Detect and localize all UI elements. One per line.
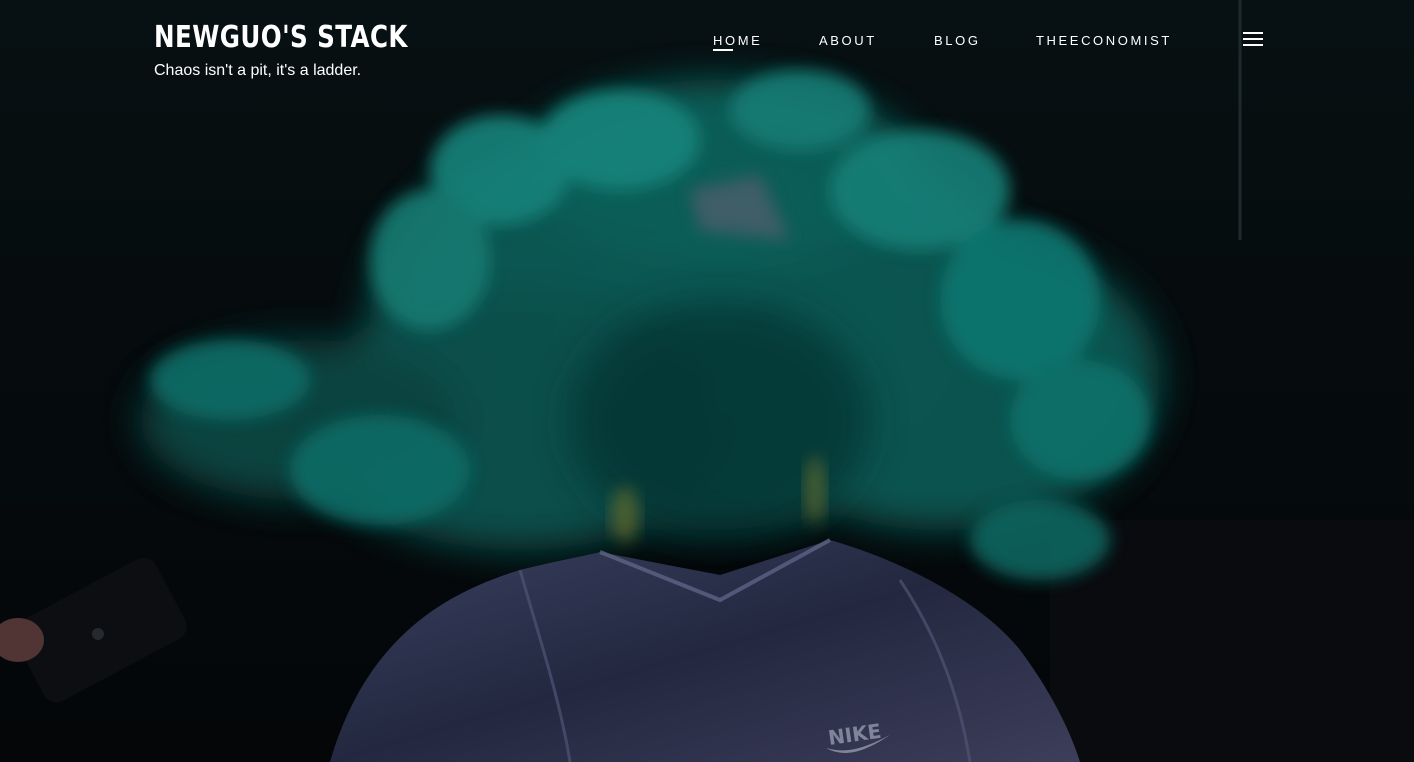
nav-item-about[interactable]: ABOUT: [819, 32, 877, 50]
nav-item-theeconomist[interactable]: THEECONOMIST: [1036, 32, 1172, 50]
hero-illustration: NIKE: [0, 0, 1414, 762]
nav-item-blog[interactable]: BLOG: [934, 32, 981, 50]
menu-bar: [1243, 44, 1263, 46]
hamburger-menu-icon[interactable]: [1243, 32, 1263, 48]
menu-bar: [1243, 38, 1263, 40]
site-tagline: Chaos isn't a pit, it's a ladder.: [154, 62, 362, 79]
smoke-cloud: [140, 70, 1160, 580]
page: NIKE NEWGUO'S STACK Chaos isn't a pit, i…: [0, 0, 1414, 762]
nav-item-home[interactable]: HOME: [713, 32, 763, 54]
hero-background-image: NIKE: [0, 0, 1414, 762]
brand: NEWGUO'S STACK Chaos isn't a pit, it's a…: [154, 18, 464, 82]
hand-with-device: [0, 557, 187, 703]
site-header: NEWGUO'S STACK Chaos isn't a pit, it's a…: [0, 0, 1414, 100]
menu-bar: [1243, 32, 1263, 34]
site-title[interactable]: NEWGUO'S STACK: [154, 18, 408, 58]
person-shirt: NIKE: [330, 538, 1080, 762]
